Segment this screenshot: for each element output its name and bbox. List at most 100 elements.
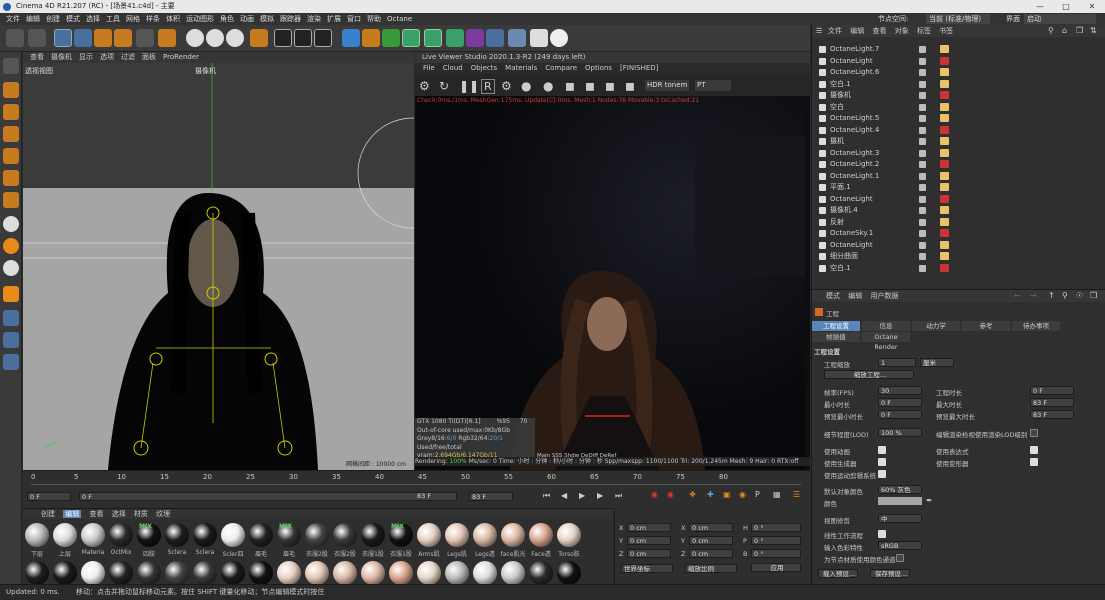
tag-icon[interactable] [940, 206, 949, 214]
lock-icon[interactable]: ☉ [1076, 290, 1083, 302]
material-thumbnail[interactable] [501, 523, 525, 547]
tag-icon[interactable] [940, 102, 949, 111]
material-thumbnail[interactable] [417, 523, 441, 547]
material-thumbnail[interactable] [473, 523, 497, 547]
render-output[interactable]: Check:0ms./1ms. MeshGen:175ms. Update[C]… [415, 96, 805, 470]
end-frame-field[interactable]: 83 F [469, 492, 513, 501]
viewport-resolution-icon[interactable]: ◼ [585, 79, 595, 93]
object-name[interactable]: 平面.1 [830, 182, 851, 193]
new-window-icon[interactable]: ❒ [1090, 290, 1097, 302]
obj-menu-bookmarks[interactable]: 书签 [939, 27, 953, 35]
eyedropper-icon[interactable]: ✒ [926, 496, 933, 505]
rotation-key-icon[interactable]: ◉ [739, 490, 746, 499]
visibility-toggle-icon[interactable] [919, 230, 926, 237]
tag-icon[interactable] [940, 183, 949, 191]
position-key-icon[interactable]: ✚ [707, 490, 714, 499]
pla-key-icon[interactable]: ▦ [773, 490, 781, 499]
camera-icon[interactable] [530, 29, 548, 47]
visibility-toggle-icon[interactable] [919, 172, 926, 180]
object-color-select[interactable]: 60% 灰色 [878, 485, 922, 494]
pos-z-field[interactable]: 0 cm [627, 549, 671, 558]
tag-icon[interactable] [940, 114, 949, 122]
kernel-select[interactable]: PT [695, 80, 731, 91]
visibility-toggle-icon[interactable] [919, 184, 926, 191]
tab-reference[interactable]: 参考 [962, 321, 1010, 331]
obj-menu-object[interactable]: 对象 [895, 27, 909, 35]
object-name[interactable]: OctaneLight.5 [830, 113, 879, 124]
panel-menu-icon[interactable]: ☰ [816, 25, 822, 37]
material-thumbnail[interactable] [417, 561, 441, 585]
motion-system-checkbox[interactable] [878, 470, 886, 478]
material-thumbnail[interactable] [333, 561, 357, 585]
tag-icon[interactable] [940, 137, 949, 145]
visibility-toggle-icon[interactable] [919, 253, 926, 260]
layout-select[interactable]: 启动 [1024, 14, 1096, 24]
tag-icon[interactable] [940, 68, 949, 76]
use-animation-checkbox[interactable] [878, 446, 886, 454]
rot-h-field[interactable]: 0 ° [751, 523, 801, 532]
tag-icon[interactable] [940, 171, 949, 180]
menu-file[interactable]: 文件 [6, 15, 20, 23]
tab-octane-render[interactable]: Octane Render [862, 332, 910, 351]
material-thumbnail[interactable] [137, 561, 161, 585]
undo-icon[interactable] [6, 29, 24, 47]
vp-menu-view[interactable]: 查看 [30, 53, 44, 61]
tag-icon[interactable] [940, 194, 949, 203]
preview-max-field[interactable]: 83 F [1030, 410, 1074, 419]
environment-icon[interactable] [466, 29, 484, 47]
cube-icon[interactable] [342, 29, 360, 47]
render-lod-checkbox[interactable] [1030, 429, 1038, 437]
object-row[interactable]: 空白 [812, 102, 1092, 113]
tab-project-settings[interactable]: 工程设置 [812, 321, 860, 331]
object-row[interactable]: OctaneLight.5 [812, 113, 1092, 124]
scale-unit-select[interactable]: 厘米 [920, 358, 954, 367]
pos-y-field[interactable]: 0 cm [627, 536, 671, 545]
material-thumbnail[interactable] [81, 561, 105, 585]
create-tool-icon[interactable] [158, 29, 176, 47]
menu-create[interactable]: 创建 [46, 15, 60, 23]
object-picker-icon[interactable]: ◼ [565, 79, 575, 93]
tag-icon[interactable] [940, 252, 949, 260]
material-thumbnail[interactable] [165, 561, 189, 585]
pause-icon[interactable]: ❚❚ [459, 79, 479, 93]
menu-animate[interactable]: 动画 [240, 15, 254, 23]
material-thumbnail[interactable] [361, 523, 385, 547]
next-key-icon[interactable]: ▶ [597, 491, 603, 500]
tab-interpolation[interactable]: 帧插值 [812, 332, 860, 342]
render-settings-icon[interactable] [314, 29, 332, 47]
region-render-icon[interactable]: R [481, 79, 495, 94]
object-name[interactable]: 摄像机.4 [830, 205, 858, 216]
object-name[interactable]: OctaneLight [830, 56, 873, 67]
viewport-canvas[interactable]: 透视视图 摄像机 网格间距 : 10000 cm [23, 63, 414, 470]
model-mode-icon[interactable] [3, 82, 19, 98]
new-view-icon[interactable]: ❒ [1076, 25, 1083, 37]
scale-tool-icon[interactable] [94, 29, 112, 47]
material-thumbnail[interactable] [221, 561, 245, 585]
tag-icon[interactable] [940, 240, 949, 249]
move-tool-icon[interactable] [74, 29, 92, 47]
visibility-toggle-icon[interactable] [919, 264, 926, 272]
visibility-toggle-icon[interactable] [919, 218, 926, 226]
edge-mode-icon[interactable] [3, 148, 19, 164]
object-name[interactable]: OctaneLight.7 [830, 44, 879, 55]
redo-icon[interactable] [28, 29, 46, 47]
settings-gear-icon[interactable]: ⚙ [419, 79, 430, 93]
visibility-toggle-icon[interactable] [919, 69, 926, 76]
menu-volume[interactable]: 体积 [166, 15, 180, 23]
material-thumbnail[interactable] [389, 561, 413, 585]
material-thumbnail[interactable] [109, 561, 133, 585]
lv-menu-materials[interactable]: Materials [505, 64, 537, 72]
menu-mode[interactable]: 模式 [66, 15, 80, 23]
recent-tools-icon[interactable] [136, 29, 154, 47]
render-picture-viewer-icon[interactable] [294, 29, 312, 47]
play-icon[interactable]: ▶ [579, 491, 585, 500]
make-editable-icon[interactable] [3, 58, 19, 74]
menu-tools[interactable]: 工具 [106, 15, 120, 23]
vp-menu-display[interactable]: 显示 [79, 53, 93, 61]
menu-tracker[interactable]: 跟踪器 [280, 15, 301, 23]
scale-field[interactable]: 1 [878, 358, 916, 367]
object-name[interactable]: OctaneSky.1 [830, 228, 873, 239]
lv-menu-compare[interactable]: Compare [545, 64, 577, 72]
mat-menu-material[interactable]: 材质 [134, 510, 148, 518]
object-row[interactable]: OctaneLight [812, 194, 1092, 205]
